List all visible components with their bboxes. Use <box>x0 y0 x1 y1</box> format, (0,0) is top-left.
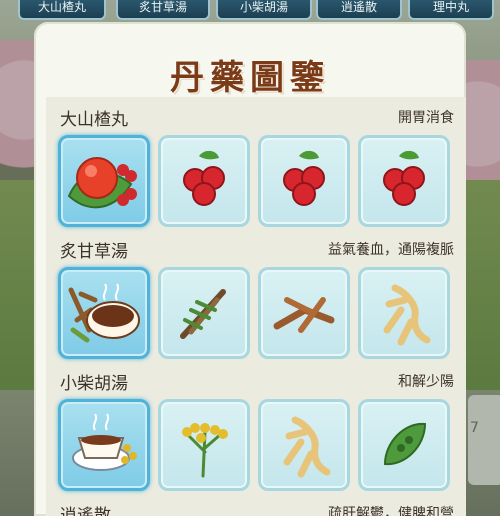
recipe-name: 炙甘草湯 <box>60 242 128 262</box>
recipe-effect: 和解少陽 <box>398 374 454 390</box>
recipe-name: 大山楂丸 <box>60 110 128 130</box>
hawthorn-berry-icon <box>383 150 425 206</box>
tab-xiao-chai-hu-tang[interactable]: 小柴胡湯 <box>216 0 312 20</box>
tab-xiao-yao-san[interactable]: 逍遙散 <box>316 0 402 20</box>
hawthorn-berry-icon <box>283 150 325 206</box>
herb-bundle-icon <box>180 289 226 339</box>
ingredient-slot[interactable] <box>158 267 250 359</box>
bupleurum-decoction-icon <box>72 413 137 471</box>
recipe-effect: 開胃消食 <box>398 110 454 126</box>
recipe-list[interactable]: 大山楂丸 開胃消食 炙甘草湯 益氣養血，通陽複脈 小柴胡湯 和解少陽 逍遙散 疏… <box>46 97 466 516</box>
recipe-tab-bar: 大山楂丸 炙甘草湯 小柴胡湯 逍遙散 理中丸 <box>0 0 500 22</box>
ingredient-slot[interactable] <box>358 135 450 227</box>
recipe-effect: 益氣養血，通陽複脈 <box>328 242 454 258</box>
ingredient-slot[interactable] <box>258 135 350 227</box>
recipe-item-row <box>58 267 466 361</box>
recipe-name: 逍遙散 <box>60 506 111 516</box>
ginseng-root-icon <box>383 284 431 346</box>
hawthorn-berry-icon <box>183 150 225 206</box>
ingredient-slot[interactable] <box>158 135 250 227</box>
recipe-product-slot[interactable] <box>58 267 150 359</box>
recipe-item-row <box>58 399 466 493</box>
recipe-product-slot[interactable] <box>58 399 150 491</box>
licorice-decoction-icon <box>68 283 140 343</box>
tab-zhi-gan-cao-tang[interactable]: 炙甘草湯 <box>116 0 210 20</box>
ginseng-root-icon <box>283 416 331 478</box>
ingredient-slot[interactable] <box>258 267 350 359</box>
recipe-product-slot[interactable] <box>58 135 150 227</box>
seed-pod-icon <box>383 422 427 466</box>
recipe-effect: 疏肝解鬱，健脾和營 <box>328 506 454 516</box>
pill-encyclopedia-panel: 丹藥圖鑒 大山楂丸 開胃消食 炙甘草湯 益氣養血，通陽複脈 小柴胡湯 和解少陽 … <box>34 22 466 516</box>
ingredient-slot[interactable] <box>358 399 450 491</box>
ingredient-slot[interactable] <box>158 399 250 491</box>
recipe-name: 小柴胡湯 <box>60 374 128 394</box>
licorice-root-icon <box>273 297 335 333</box>
recipe-item-row <box>58 135 466 229</box>
tab-li-zhong-wan[interactable]: 理中丸 <box>408 0 494 20</box>
panel-title: 丹藥圖鑒 <box>170 58 330 98</box>
ingredient-slot[interactable] <box>358 267 450 359</box>
tab-da-shan-zha-wan[interactable]: 大山楂丸 <box>18 0 106 20</box>
bupleurum-flower-icon <box>182 423 228 478</box>
hawthorn-pill-icon <box>67 157 137 209</box>
ingredient-slot[interactable] <box>258 399 350 491</box>
